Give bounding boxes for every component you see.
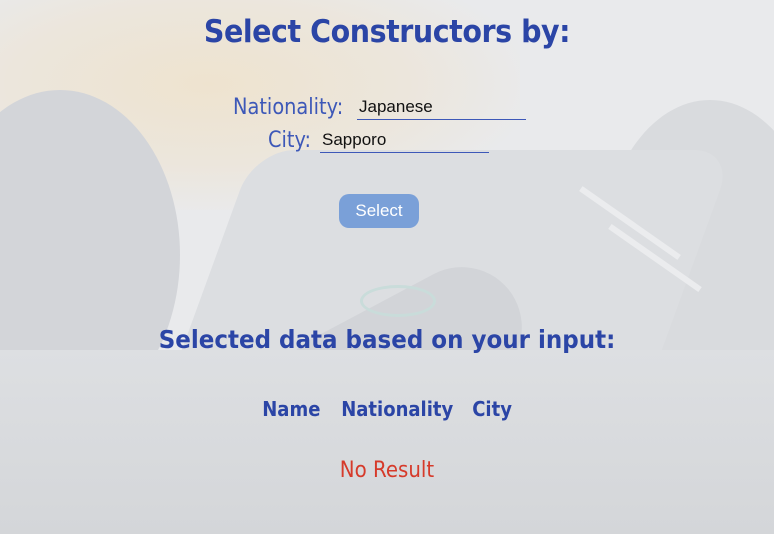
column-header-name: Name xyxy=(262,397,321,421)
main-content: Select Constructors by: Nationality: Cit… xyxy=(0,0,774,534)
city-input[interactable] xyxy=(320,128,489,153)
column-header-city: City xyxy=(472,397,513,421)
results-heading: Selected data based on your input: xyxy=(158,325,616,354)
nationality-row: Nationality: xyxy=(233,95,526,120)
nationality-input[interactable] xyxy=(357,95,526,120)
city-row: City: xyxy=(268,128,489,153)
city-label: City: xyxy=(268,128,312,153)
select-button[interactable]: Select xyxy=(339,194,419,228)
column-header-nationality: Nationality xyxy=(341,397,454,421)
results-table-header: Name Nationality City xyxy=(0,397,774,421)
no-result-message: No Result xyxy=(339,458,435,483)
nationality-label: Nationality: xyxy=(233,95,344,120)
page-title: Select Constructors by: xyxy=(203,14,571,50)
